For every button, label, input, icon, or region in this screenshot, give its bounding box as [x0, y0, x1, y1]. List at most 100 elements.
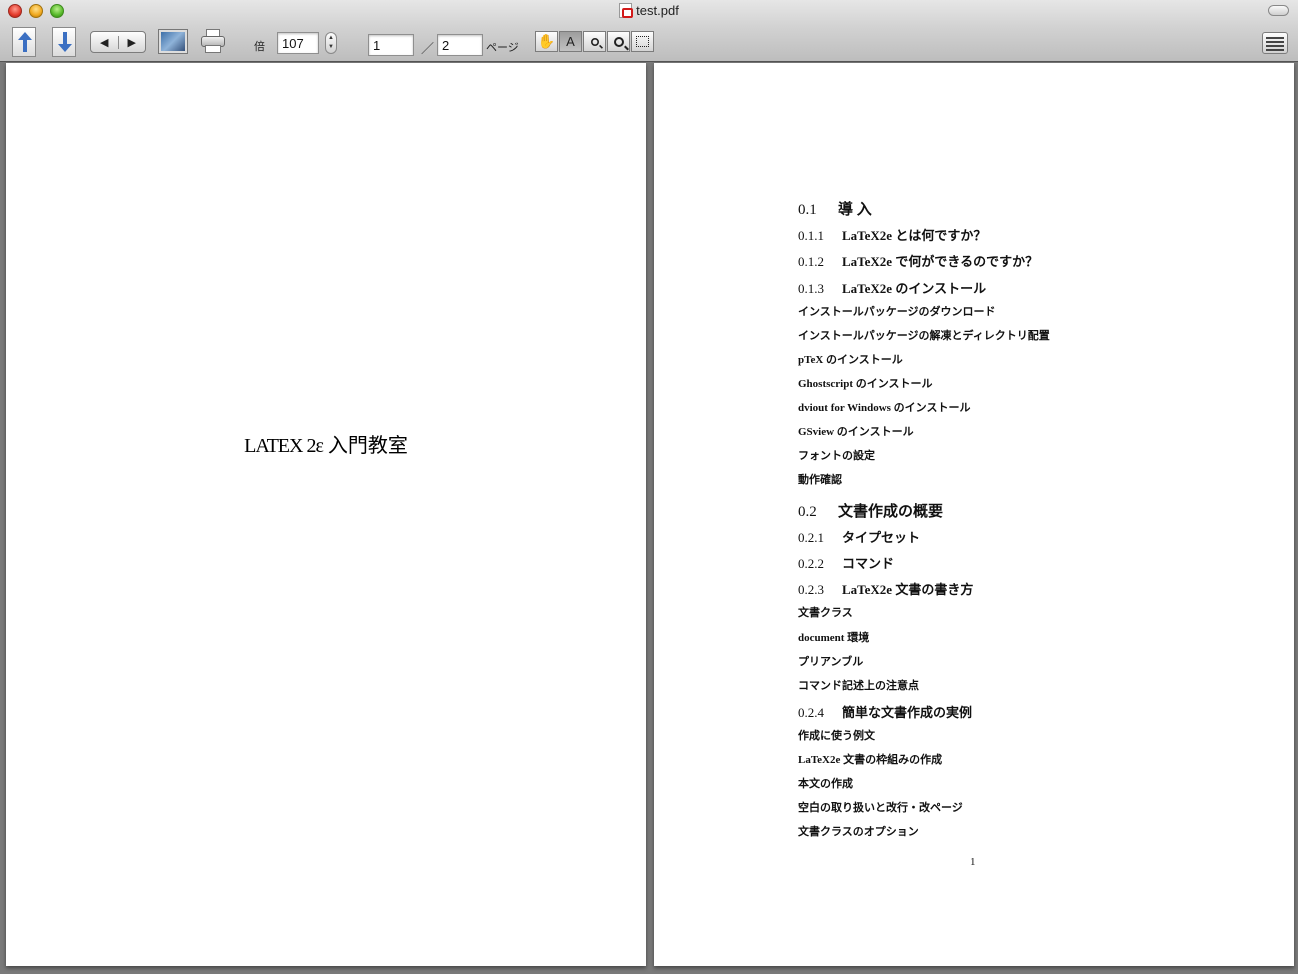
text-select-tool-button[interactable]: A: [559, 31, 582, 52]
hand-icon: ✋: [537, 33, 556, 49]
toc-entry: フォントの設定: [798, 447, 875, 463]
toc-entry-title: GSview のインストール: [798, 426, 914, 438]
page-label: ページ: [486, 42, 519, 54]
toc-entry: 0.2.4 簡単な文書作成の実例: [798, 702, 972, 721]
toc-entry: インストールパッケージのダウンロード: [798, 303, 996, 319]
toc-entry-number: 0.2.2: [798, 556, 824, 571]
zoom-in-tool-button[interactable]: [583, 31, 606, 52]
pdf-page-cover: LATEX 2ε 入門教室: [6, 63, 646, 966]
zoom-label: 倍: [254, 41, 265, 53]
toc-entry: dviout for Windows のインストール: [798, 399, 970, 415]
printer-icon: [200, 28, 226, 54]
cover-title-text: 入門教室: [327, 435, 408, 457]
toc-entry-number: 0.1.1: [798, 228, 824, 243]
toc-entry: Ghostscript のインストール: [798, 375, 933, 391]
toc-entry-title: 作成に使う例文: [798, 730, 875, 742]
toc-entry: コマンド記述上の注意点: [798, 677, 919, 693]
page-number: 1: [970, 856, 976, 868]
print-button[interactable]: [200, 28, 226, 54]
toc-entry-title: LaTeX2e 文書の書き方: [842, 582, 974, 597]
toc-entry: 0.1.2 LaTeX2e で何ができるのですか？: [798, 251, 1038, 270]
toc-entry-title: 文書クラスのオプション: [798, 826, 919, 838]
toc-entry: 0.2.2 コマンド: [798, 553, 894, 572]
toc-entry-title: document 環境: [798, 632, 870, 644]
toc-entry-title: インストールパッケージの解凍とディレクトリ配置: [798, 330, 1050, 342]
toc-entry: pTeX のインストール: [798, 351, 903, 367]
toc-entry-title: pTeX のインストール: [798, 354, 903, 366]
toolbar-toggle-button[interactable]: [1268, 5, 1289, 16]
toc-entry-title: 文書作成の概要: [838, 504, 944, 520]
current-page-input[interactable]: 1: [368, 34, 414, 56]
window-title-bar: test.pdf: [0, 3, 1298, 20]
cover-title: LATEX 2ε 入門教室: [6, 429, 646, 458]
hand-tool-button[interactable]: ✋: [535, 31, 558, 52]
toc-entry-title: コマンド: [842, 556, 895, 571]
total-pages-field: 2: [437, 34, 483, 56]
window-toolbar: test.pdf ◀ ▶ 倍 107 ▲ ▼ 1 ／ 2 ページ ✋ A: [0, 0, 1298, 62]
toc-entry: LaTeX2e 文書の枠組みの作成: [798, 751, 942, 767]
toc-entry-number: 0.2.1: [798, 530, 824, 545]
toc-entry-number: 0.2.4: [798, 705, 824, 720]
toc-entry: 本文の作成: [798, 775, 853, 791]
previous-page-button[interactable]: [12, 27, 36, 57]
forward-button[interactable]: ▶: [119, 36, 146, 49]
photo-icon[interactable]: [158, 29, 188, 54]
toc-entry: document 環境: [798, 629, 869, 645]
toc-entry: 文書クラスのオプション: [798, 823, 919, 839]
toc-entry-number: 0.2: [798, 504, 817, 520]
toc-entry: 文書クラス: [798, 604, 853, 620]
toc-entry-title: 簡単な文書作成の実例: [842, 705, 973, 720]
toc-entry-number: 0.2.3: [798, 582, 824, 597]
zoom-out-tool-button[interactable]: [607, 31, 630, 52]
toc-entry-number: 0.1: [798, 202, 817, 218]
pdf-page-contents: 0.1 導 入 0.1.1 LaTeX2e とは何ですか？ 0.1.2 LaTeX2e で…: [654, 63, 1294, 966]
toc-entry: 0.2.1 タイプセット: [798, 527, 920, 546]
toc-entry: プリアンブル: [798, 653, 863, 669]
toc-entry-title: LaTeX2e とは何ですか？: [842, 228, 987, 243]
page-up-icon: [13, 27, 35, 57]
back-button[interactable]: ◀: [91, 35, 119, 49]
sidebar-icon: [1266, 37, 1284, 51]
page-separator: ／: [421, 41, 435, 56]
toc-entry-title: タイプセット: [842, 530, 921, 545]
toc-entry-title: LaTeX2e で何ができるのですか？: [842, 254, 1039, 269]
toc-entry-title: コマンド記述上の注意点: [798, 680, 919, 692]
toc-entry: 0.1.3 LaTeX2e のインストール: [798, 278, 986, 297]
toc-entry-title: LaTeX2e のインストール: [842, 281, 987, 296]
toc-entry: 0.2 文書作成の概要: [798, 500, 943, 521]
toc-entry-title: Ghostscript のインストール: [798, 378, 933, 390]
toc-entry-title: 導 入: [838, 202, 872, 218]
toc-entry-title: 本文の作成: [798, 778, 853, 790]
latex-logo: LATEX 2ε: [244, 435, 324, 457]
marquee-icon: [636, 36, 649, 47]
next-page-button[interactable]: [52, 27, 76, 57]
toc-entry: 0.2.3 LaTeX2e 文書の書き方: [798, 579, 973, 598]
sidebar-toggle-button[interactable]: [1262, 32, 1288, 54]
toc-entry-title: 文書クラス: [798, 607, 853, 619]
toc-entry: インストールパッケージの解凍とディレクトリ配置: [798, 327, 1050, 343]
toc-entry: 0.1.1 LaTeX2e とは何ですか？: [798, 225, 986, 244]
toc-entry-title: 動作確認: [798, 474, 842, 486]
back-forward-control: ◀ ▶: [90, 31, 146, 53]
window-title: test.pdf: [636, 3, 679, 18]
toc-entry-title: 空白の取り扱いと改行・改ページ: [798, 802, 963, 814]
toc-entry-title: フォントの設定: [798, 450, 875, 462]
toc-entry-title: インストールパッケージのダウンロード: [798, 306, 996, 318]
text-select-icon: A: [566, 34, 575, 49]
toc-entry: 動作確認: [798, 471, 842, 487]
zoom-input[interactable]: 107: [277, 32, 319, 54]
marquee-select-tool-button[interactable]: [631, 31, 654, 52]
toc-entry: GSview のインストール: [798, 423, 914, 439]
toc-entry-title: LaTeX2e 文書の枠組みの作成: [798, 754, 943, 766]
toc-entry: 空白の取り扱いと改行・改ページ: [798, 799, 963, 815]
toc-entry-number: 0.1.2: [798, 254, 824, 269]
zoom-stepper[interactable]: ▲ ▼: [325, 32, 337, 54]
toc-entry-title: dviout for Windows のインストール: [798, 402, 971, 414]
pdf-icon: [619, 3, 634, 18]
zoom-out-icon: [613, 36, 624, 47]
toc-entry: 作成に使う例文: [798, 727, 875, 743]
page-down-icon: [53, 27, 75, 57]
zoom-in-icon: [590, 37, 599, 46]
toc-entry: 0.1 導 入: [798, 198, 872, 219]
toc-entry-title: プリアンブル: [798, 656, 864, 668]
